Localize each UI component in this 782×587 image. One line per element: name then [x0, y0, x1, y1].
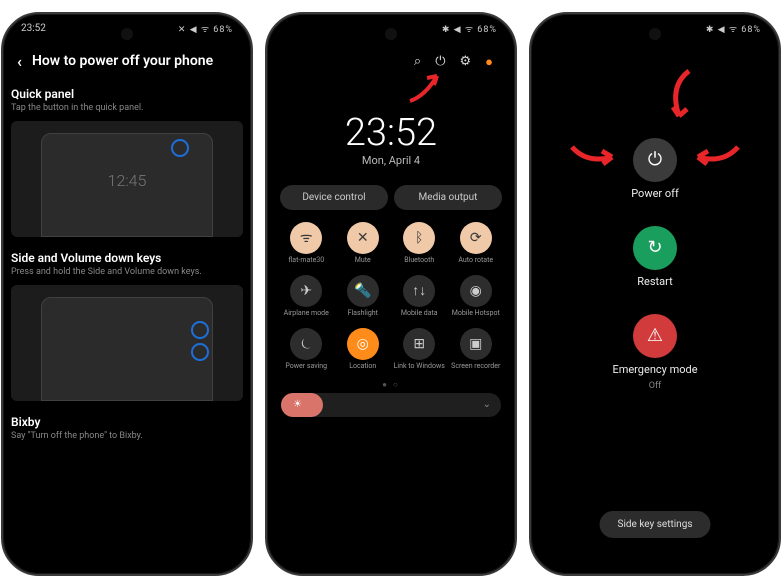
- tile-icon: ᯤ: [290, 222, 322, 254]
- power-menu-label: Power off: [631, 187, 679, 200]
- power-menu-label: Restart: [637, 275, 672, 288]
- power-menu-sublabel: Off: [649, 381, 661, 391]
- tile-icon: ✈: [290, 275, 322, 307]
- page-header: ‹ How to power off your phone: [11, 48, 243, 81]
- tile-label: Bluetooth: [404, 257, 434, 271]
- brightness-slider[interactable]: ☀ ⌄: [281, 393, 501, 417]
- status-icons-right: ✱ ◀ ᯤ 68%: [706, 22, 761, 35]
- settings-icon[interactable]: ⚙: [459, 54, 471, 69]
- quick-tile[interactable]: ᛒ Bluetooth: [392, 222, 447, 271]
- page-indicator-icon: ● ○: [275, 380, 507, 389]
- tile-label: Mobile data: [401, 310, 438, 324]
- section-title-bixby: Bixby: [11, 415, 243, 429]
- quick-tile[interactable]: ⊞ Link to Windows: [392, 328, 447, 377]
- arrow-annotation-icon: [405, 66, 451, 106]
- power-menu-power-off[interactable]: ⏻ Power off: [631, 138, 679, 200]
- quick-tile[interactable]: ◎ Location: [336, 328, 391, 377]
- quick-tile[interactable]: ✈ Airplane mode: [279, 275, 334, 324]
- power-menu-label: Emergency mode: [612, 363, 697, 376]
- tile-label: Flashlight: [348, 310, 378, 324]
- phone-settings-help: 23:52 ✕ ◀ ᯤ 68% ‹ How to power off your …: [1, 12, 253, 576]
- quick-tile[interactable]: ▣ Screen recorder: [449, 328, 504, 377]
- tile-icon: ◉: [460, 275, 492, 307]
- tile-icon: ↑↓: [403, 275, 435, 307]
- section-desc: Press and hold the Side and Volume down …: [11, 267, 243, 277]
- phone-quick-panel: ✱ ◀ ᯤ 68% ⌕ ⏻ ⚙ ● 23:52 Mon, April 4 Dev…: [265, 12, 517, 576]
- arrow-annotation-icon: [567, 142, 623, 172]
- illustration-side-keys: [11, 285, 243, 401]
- status-time: 23:52: [21, 23, 46, 34]
- tile-icon: 🔦: [347, 275, 379, 307]
- search-icon[interactable]: ⌕: [414, 54, 421, 69]
- clock-time: 23:52: [275, 114, 507, 152]
- brightness-icon: ☀: [293, 399, 302, 410]
- tile-label: Screen recorder: [451, 363, 500, 377]
- quick-tile[interactable]: 🔦 Flashlight: [336, 275, 391, 324]
- status-bar: ✱ ◀ ᯤ 68%: [531, 14, 779, 39]
- tile-icon: ✕: [347, 222, 379, 254]
- clock-date: Mon, April 4: [275, 154, 507, 167]
- emerg-icon: ⚠: [633, 314, 677, 358]
- page-title: How to power off your phone: [32, 53, 213, 69]
- power-menu-restart[interactable]: ↻ Restart: [633, 226, 677, 288]
- highlight-ring-icon: [191, 321, 209, 339]
- tile-label: Link to Windows: [394, 363, 445, 377]
- status-bar: 23:52 ✕ ◀ ᯤ 68%: [3, 14, 251, 39]
- media-output-button[interactable]: Media output: [394, 185, 502, 210]
- tile-icon: ᛒ: [403, 222, 435, 254]
- tile-icon: ◎: [347, 328, 379, 360]
- tile-label: Power saving: [285, 363, 327, 377]
- restart-icon: ↻: [633, 226, 677, 270]
- notification-icon[interactable]: ●: [485, 54, 493, 70]
- quick-settings-tiles: ᯤ flat-mate30 ✕ Mute ᛒ Bluetooth ⟳ Auto rotate ✈…: [275, 222, 507, 377]
- section-desc: Tap the button in the quick panel.: [11, 103, 243, 113]
- tile-label: Mobile Hotspot: [452, 310, 500, 324]
- tile-label: flat-mate30: [288, 257, 324, 271]
- device-control-button[interactable]: Device control: [280, 185, 388, 210]
- tile-icon: ⏾: [290, 328, 322, 360]
- chevron-down-icon[interactable]: ⌄: [483, 399, 491, 410]
- arrow-annotation-icon: [687, 142, 743, 172]
- illustration-quick-panel: 12:45: [11, 121, 243, 237]
- section-title-quick-panel: Quick panel: [11, 87, 243, 101]
- back-icon[interactable]: ‹: [17, 52, 22, 71]
- quick-tile[interactable]: ◉ Mobile Hotspot: [449, 275, 504, 324]
- tile-label: Mute: [355, 257, 371, 271]
- tile-label: Airplane mode: [284, 310, 329, 324]
- status-icons-right: ✱ ◀ ᯤ 68%: [442, 22, 497, 35]
- quick-tile[interactable]: ⟳ Auto rotate: [449, 222, 504, 271]
- quick-tile[interactable]: ⏾ Power saving: [279, 328, 334, 377]
- quick-tile[interactable]: ᯤ flat-mate30: [279, 222, 334, 271]
- arrow-annotation-icon: [659, 66, 699, 130]
- quick-panel-top-icons: ⌕ ⏻ ⚙ ●: [275, 48, 507, 70]
- quick-tile[interactable]: ↑↓ Mobile data: [392, 275, 447, 324]
- quick-tile[interactable]: ✕ Mute: [336, 222, 391, 271]
- tile-icon: ▣: [460, 328, 492, 360]
- power-menu-emergency-mode[interactable]: ⚠ Emergency mode Off: [612, 314, 697, 391]
- section-desc: Say "Turn off the phone" to Bixby.: [11, 431, 243, 441]
- tile-icon: ⟳: [460, 222, 492, 254]
- power-icon[interactable]: ⏻: [435, 54, 445, 69]
- status-icons-right: ✕ ◀ ᯤ 68%: [178, 22, 233, 35]
- tile-label: Location: [349, 363, 376, 377]
- highlight-ring-icon: [171, 139, 189, 157]
- section-title-side-keys: Side and Volume down keys: [11, 251, 243, 265]
- tile-icon: ⊞: [403, 328, 435, 360]
- status-bar: ✱ ◀ ᯤ 68%: [267, 14, 515, 39]
- highlight-ring-icon: [191, 343, 209, 361]
- tile-label: Auto rotate: [458, 257, 493, 271]
- phone-power-menu: ✱ ◀ ᯤ 68% ⏻ Power off ↻ Restart ⚠ Emergency m…: [529, 12, 781, 576]
- side-key-settings-button[interactable]: Side key settings: [600, 511, 711, 538]
- off-icon: ⏻: [633, 138, 677, 182]
